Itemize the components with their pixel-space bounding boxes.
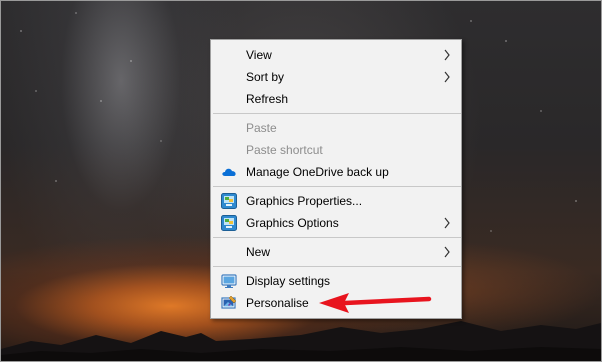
monitor-icon	[221, 274, 237, 288]
menu-item-label: New	[246, 245, 271, 259]
menu-item-sort-by[interactable]: Sort by	[211, 66, 461, 88]
chevron-right-icon	[444, 246, 450, 258]
desktop[interactable]: View Sort by Refresh Paste Paste shortcu…	[0, 0, 602, 362]
red-arrow-annotation	[319, 293, 432, 313]
menu-separator	[213, 113, 461, 114]
chevron-right-icon	[444, 217, 450, 229]
menu-separator	[213, 237, 461, 238]
intel-graphics-icon	[221, 193, 237, 209]
menu-separator	[213, 186, 461, 187]
chevron-right-icon	[444, 71, 450, 83]
menu-item-graphics-properties[interactable]: Graphics Properties...	[211, 190, 461, 212]
menu-item-label: Paste	[246, 121, 277, 135]
menu-item-display-settings[interactable]: Display settings	[211, 270, 461, 292]
menu-item-new[interactable]: New	[211, 241, 461, 263]
intel-graphics-icon	[221, 215, 237, 231]
menu-item-label: Sort by	[246, 70, 285, 84]
chevron-right-icon	[444, 49, 450, 61]
menu-item-label: Graphics Properties...	[246, 194, 363, 208]
menu-item-graphics-options[interactable]: Graphics Options	[211, 212, 461, 234]
desktop-context-menu: View Sort by Refresh Paste Paste shortcu…	[210, 39, 462, 319]
personalise-icon	[221, 295, 237, 309]
onedrive-cloud-icon	[222, 168, 236, 176]
menu-item-refresh[interactable]: Refresh	[211, 88, 461, 110]
menu-separator	[213, 266, 461, 267]
menu-item-view[interactable]: View	[211, 44, 461, 66]
menu-item-manage-onedrive[interactable]: Manage OneDrive back up	[211, 161, 461, 183]
menu-item-paste-shortcut: Paste shortcut	[211, 139, 461, 161]
menu-item-label: Paste shortcut	[246, 143, 323, 157]
menu-item-label: Display settings	[246, 274, 331, 288]
menu-item-label: Graphics Options	[246, 216, 339, 230]
menu-item-label: View	[246, 48, 272, 62]
menu-item-label: Refresh	[246, 92, 289, 106]
menu-item-paste: Paste	[211, 117, 461, 139]
menu-item-label: Personalise	[246, 296, 309, 310]
menu-item-label: Manage OneDrive back up	[246, 165, 389, 179]
